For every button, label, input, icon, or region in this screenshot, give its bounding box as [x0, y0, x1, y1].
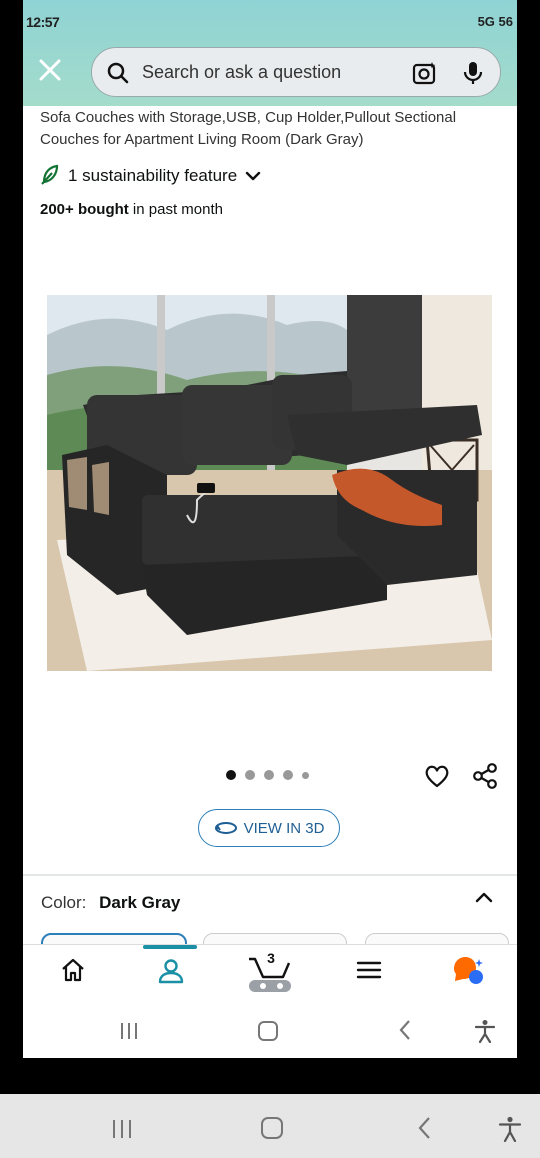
product-image[interactable]	[47, 295, 492, 671]
status-bar: 12:57 5G 56	[23, 10, 517, 36]
image-carousel-dots[interactable]	[226, 770, 309, 780]
sustainability-label: 1 sustainability feature	[68, 166, 238, 185]
color-label: Color:	[41, 893, 87, 912]
nav-menu-icon[interactable]	[356, 957, 382, 988]
search-icon	[106, 61, 130, 90]
status-time: 12:57	[26, 14, 60, 30]
section-divider	[23, 874, 517, 876]
app-screen: 12:57 5G 56 Search or ask a question Sof…	[23, 0, 517, 1058]
outer-recent-apps-icon[interactable]	[111, 1118, 133, 1145]
bottom-nav: 3	[23, 944, 517, 1003]
system-nav-bar-inner	[23, 1005, 517, 1057]
chevron-down-icon	[245, 170, 261, 182]
home-button-icon[interactable]	[257, 1020, 279, 1047]
carousel-dot-1[interactable]	[226, 770, 236, 780]
carousel-dot-2[interactable]	[245, 770, 255, 780]
outer-accessibility-icon[interactable]	[498, 1116, 522, 1147]
bought-suffix: in past month	[128, 201, 223, 218]
outer-home-button-icon[interactable]	[260, 1116, 284, 1145]
share-icon[interactable]	[471, 762, 499, 795]
carousel-dot-5[interactable]	[302, 771, 309, 779]
bought-count: 200+ bought	[40, 201, 129, 218]
nav-home-icon[interactable]	[60, 957, 86, 988]
search-bar[interactable]: Search or ask a question	[91, 47, 501, 97]
heart-icon[interactable]	[423, 762, 451, 795]
nav-active-indicator	[143, 945, 197, 949]
outer-back-icon[interactable]	[416, 1116, 432, 1145]
product-title[interactable]: Sofa Couches with Storage,USB, Cup Holde…	[40, 107, 500, 151]
recent-apps-icon[interactable]	[119, 1021, 139, 1046]
chevron-up-icon[interactable]	[473, 889, 495, 910]
nav-account-icon[interactable]	[157, 957, 185, 990]
bought-in-past-month: 200+ bought in past month	[40, 201, 223, 218]
nav-rufus-icon[interactable]	[451, 955, 485, 990]
leaf-icon	[40, 163, 60, 190]
search-input[interactable]: Search or ask a question	[142, 62, 341, 83]
color-value: Dark Gray	[99, 893, 181, 912]
back-icon[interactable]	[397, 1019, 413, 1046]
nav-cart-icon[interactable]: 3	[247, 950, 293, 998]
rotate-3d-icon	[214, 820, 238, 836]
view-in-3d-label: VIEW IN 3D	[243, 819, 325, 837]
app-header: 12:57 5G 56 Search or ask a question	[23, 0, 517, 106]
accessibility-icon[interactable]	[474, 1019, 496, 1048]
system-nav-bar-outer	[0, 1094, 540, 1158]
cart-count: 3	[267, 950, 275, 966]
status-icons: 5G 56	[477, 14, 513, 29]
view-in-3d-button[interactable]: VIEW IN 3D	[198, 809, 340, 847]
carousel-dot-4[interactable]	[283, 770, 293, 780]
sustainability-feature-toggle[interactable]: 1 sustainability feature	[40, 164, 261, 188]
color-selector-header[interactable]: Color: Dark Gray	[41, 893, 180, 913]
close-icon[interactable]	[37, 57, 63, 83]
carousel-dot-3[interactable]	[264, 770, 274, 780]
camera-icon[interactable]	[412, 60, 438, 91]
microphone-icon[interactable]	[462, 60, 484, 91]
